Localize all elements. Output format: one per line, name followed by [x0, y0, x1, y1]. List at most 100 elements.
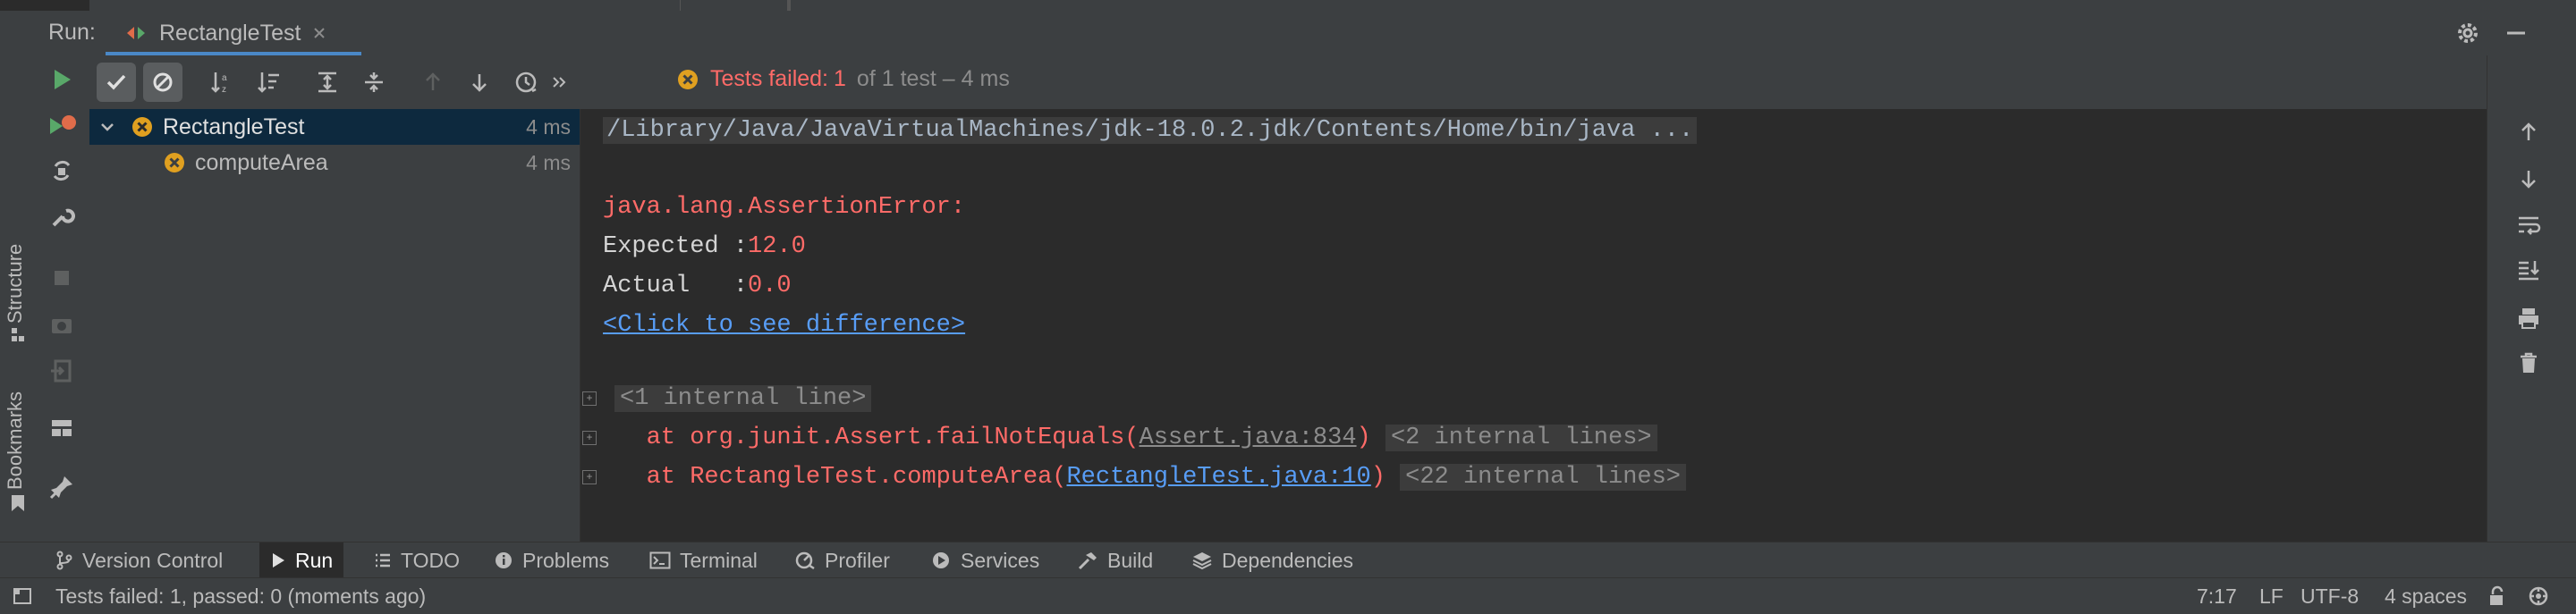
test-runner-toolbar: az Tests failed: 1 of 1 test – 4 ms — [89, 55, 2487, 109]
more-actions-button[interactable] — [546, 63, 572, 102]
history-clock-icon — [513, 70, 538, 95]
expected-line: Expected :12.0 — [603, 229, 806, 265]
sort-alpha-icon: az — [209, 70, 234, 95]
layout-icon[interactable] — [48, 415, 75, 442]
close-tab-icon[interactable] — [311, 25, 327, 41]
tool-window-profiler[interactable]: Profiler — [794, 543, 890, 578]
tree-item-label: RectangleTest — [163, 114, 305, 139]
toggle-tool-windows-icon[interactable] — [13, 587, 32, 605]
actual-line: Actual :0.0 — [603, 268, 792, 304]
checkmark-icon — [105, 71, 128, 94]
rerun-icon[interactable] — [48, 66, 75, 93]
caret-position[interactable]: 7:17 — [2197, 585, 2237, 609]
scroll-down-icon[interactable] — [2512, 163, 2545, 195]
camera-icon[interactable] — [48, 311, 75, 338]
memory-indicator-icon[interactable] — [2528, 585, 2551, 607]
left-tool-stripe: Structure Bookmarks — [0, 55, 37, 542]
run-tab-label: RectangleTest — [159, 20, 301, 46]
source-link[interactable]: RectangleTest.java:10 — [1066, 464, 1370, 491]
structure-icon — [9, 325, 27, 343]
collapse-all-button[interactable] — [354, 63, 394, 102]
actual-value: 0.0 — [748, 273, 792, 299]
expand-all-icon — [315, 70, 340, 95]
scroll-to-end-icon[interactable] — [2512, 254, 2545, 286]
services-icon — [930, 551, 952, 570]
file-encoding[interactable]: UTF-8 — [2301, 585, 2359, 609]
stop-icon[interactable] — [48, 265, 75, 291]
trace-text: at org.junit.Assert.failNotEquals( — [603, 425, 1140, 451]
sort-alphabetically-button[interactable]: az — [202, 63, 242, 102]
layers-icon — [1191, 551, 1213, 570]
tree-item-duration: 4 ms — [526, 114, 571, 139]
show-ignored-button[interactable] — [143, 63, 182, 102]
tool-window-label: Terminal — [680, 548, 758, 572]
tool-window-problems[interactable]: Problems — [494, 543, 609, 578]
rerun-failed-icon[interactable] — [47, 113, 77, 139]
trace-text: at RectangleTest.computeArea( — [603, 464, 1067, 491]
bookmarks-tool-button[interactable]: Bookmarks — [4, 391, 27, 490]
click-to-see-difference-link[interactable]: <Click to see difference> — [603, 312, 965, 339]
indent-setting[interactable]: 4 spaces — [2385, 585, 2467, 609]
print-icon[interactable] — [2512, 302, 2545, 334]
structure-tool-button[interactable]: Structure — [4, 244, 27, 324]
expand-fold-icon[interactable]: + — [582, 391, 597, 406]
tree-item-test-method[interactable]: computeArea 4 ms — [89, 145, 580, 181]
lock-icon[interactable] — [2487, 585, 2508, 607]
tool-window-dependencies[interactable]: Dependencies — [1191, 543, 1353, 578]
tests-failed-label: Tests failed: — [710, 66, 829, 91]
tree-item-test-class[interactable]: RectangleTest 4 ms — [89, 109, 580, 145]
tool-window-terminal[interactable]: Terminal — [649, 543, 758, 578]
list-icon — [374, 551, 392, 569]
expand-fold-icon[interactable]: + — [582, 470, 597, 484]
soft-wrap-icon[interactable] — [2512, 209, 2545, 241]
test-history-button[interactable] — [506, 63, 546, 102]
pin-icon[interactable] — [48, 474, 75, 500]
minimize-icon[interactable] — [2503, 20, 2529, 46]
tests-summary: of 1 test – 4 ms — [856, 66, 1010, 91]
previous-failed-button[interactable] — [413, 63, 453, 102]
chevron-down-icon[interactable] — [98, 118, 116, 136]
command-line[interactable]: /Library/Java/JavaVirtualMachines/jdk-18… — [603, 117, 1698, 144]
arrow-down-icon — [468, 71, 491, 94]
tool-window-label: Run — [295, 548, 334, 572]
source-link[interactable]: Assert.java:834 — [1140, 425, 1357, 451]
double-chevron-icon — [551, 74, 567, 90]
tool-window-label: TODO — [401, 548, 461, 572]
toggle-autotest-icon[interactable] — [48, 157, 75, 184]
tool-window-build[interactable]: Build — [1077, 543, 1153, 578]
expected-label: Expected : — [603, 233, 749, 260]
trace-text: ) — [1356, 425, 1371, 451]
tool-window-run[interactable]: Run — [259, 543, 344, 578]
wrench-icon[interactable] — [48, 204, 75, 231]
trash-icon[interactable] — [2512, 347, 2545, 379]
sort-duration-icon — [256, 70, 281, 95]
expand-all-button[interactable] — [308, 63, 347, 102]
tool-window-services[interactable]: Services — [930, 543, 1039, 578]
expand-fold-icon[interactable]: + — [582, 431, 597, 445]
trace-text: ) — [1370, 464, 1385, 491]
sort-by-duration-button[interactable] — [249, 63, 288, 102]
failed-test-icon — [131, 115, 154, 139]
tool-window-bar: Version Control Run TODO Problems Termin… — [0, 542, 2576, 578]
exit-icon[interactable] — [48, 357, 75, 384]
terminal-icon — [649, 551, 671, 570]
tool-window-label: Services — [961, 548, 1040, 572]
internal-lines-fold[interactable]: <22 internal lines> — [1400, 464, 1687, 491]
line-ending[interactable]: LF — [2259, 585, 2284, 609]
test-config-icon — [125, 23, 148, 43]
top-editor-strip — [0, 0, 2576, 11]
internal-lines-fold[interactable]: <2 internal lines> — [1385, 425, 1657, 451]
play-icon — [270, 551, 286, 569]
next-failed-button[interactable] — [460, 63, 499, 102]
tool-window-todo[interactable]: TODO — [374, 543, 460, 578]
internal-lines-fold[interactable]: <1 internal line> — [614, 385, 872, 412]
console-output[interactable]: /Library/Java/JavaVirtualMachines/jdk-18… — [580, 109, 2487, 542]
status-message[interactable]: Tests failed: 1, passed: 0 (moments ago) — [55, 585, 426, 609]
svg-text:z: z — [222, 85, 226, 95]
run-tab[interactable]: RectangleTest — [125, 11, 327, 55]
show-passed-button[interactable] — [97, 63, 136, 102]
settings-gear-icon[interactable] — [2454, 20, 2481, 46]
tool-window-version-control[interactable]: Version Control — [55, 543, 223, 578]
scroll-up-icon[interactable] — [2512, 116, 2545, 148]
hammer-icon — [1077, 551, 1098, 570]
